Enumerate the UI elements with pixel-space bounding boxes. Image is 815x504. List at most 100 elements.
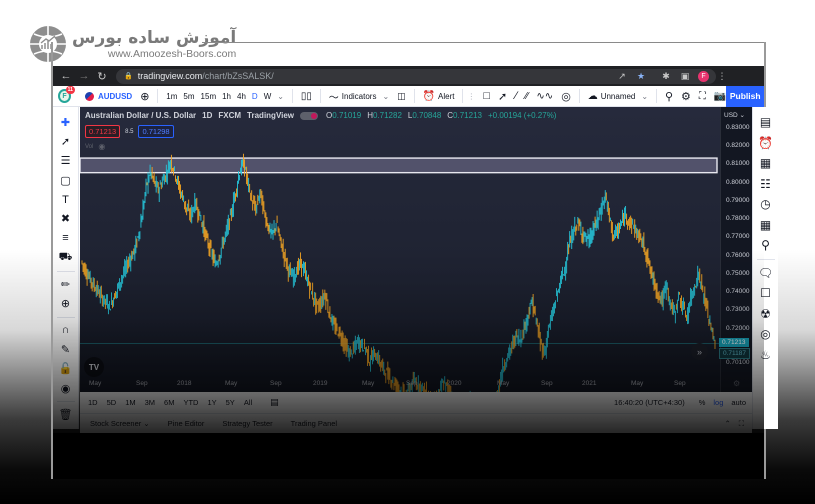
search-icon[interactable]: ⚲: [665, 90, 673, 103]
back-icon[interactable]: ←: [58, 68, 74, 84]
auto-scale-toggle[interactable]: auto: [731, 398, 746, 407]
hotlists-icon[interactable]: ◷: [757, 194, 775, 214]
publish-button[interactable]: Publish: [726, 85, 764, 107]
user-menu[interactable]: F 11: [58, 86, 75, 103]
fullscreen-icon[interactable]: ⛶: [699, 91, 706, 102]
forward-icon[interactable]: →: [76, 68, 92, 84]
interval-dropdown-chevron-icon[interactable]: ⌄: [277, 92, 284, 101]
indicators-dropdown-chevron-icon[interactable]: ⌄: [382, 92, 389, 101]
fib-retracement-icon[interactable]: ☰: [57, 152, 75, 170]
buy-price-button[interactable]: 0.71298: [138, 125, 174, 138]
range-all[interactable]: All: [244, 398, 252, 407]
scroll-to-realtime-icon[interactable]: »: [691, 343, 708, 360]
chart-pane[interactable]: Australian Dollar / U.S. Dollar 1D FXCM …: [80, 107, 720, 392]
streams-icon[interactable]: ◎: [757, 324, 775, 344]
log-scale-toggle[interactable]: log: [713, 398, 723, 407]
zoom-in-icon[interactable]: ⊕: [57, 295, 75, 313]
trend-line-icon[interactable]: ➚: [57, 132, 75, 150]
watchlist-icon[interactable]: ▤: [757, 112, 775, 132]
symbol-search[interactable]: AUDUSD: [84, 91, 132, 101]
rectangle-icon[interactable]: ▢: [57, 171, 75, 189]
lock-drawing-icon[interactable]: ✎: [57, 340, 75, 358]
crosshair-icon[interactable]: ✚: [57, 113, 75, 131]
range-1d[interactable]: 1D: [88, 398, 98, 407]
collapse-chevron-up-icon[interactable]: ⌃: [724, 419, 730, 429]
tab-strategy-tester[interactable]: Strategy Tester: [222, 419, 272, 428]
chats-icon[interactable]: 🗨: [757, 263, 775, 283]
compare-add-icon[interactable]: ⊕: [140, 90, 149, 103]
hidden-eye-icon[interactable]: ◉: [98, 142, 105, 151]
share-icon[interactable]: ↗: [616, 71, 628, 82]
trash-icon[interactable]: 🗑: [57, 405, 75, 423]
parallel-channel-tool-icon[interactable]: ∕∕: [525, 91, 528, 102]
ideas-icon[interactable]: ☷: [757, 174, 775, 194]
lightbulb-icon[interactable]: ⚲: [757, 235, 775, 255]
target-tool-icon[interactable]: ◎: [561, 90, 571, 103]
text-tool-icon[interactable]: T: [57, 191, 75, 209]
indicators-icon[interactable]: 〜: [329, 89, 339, 104]
price-scale[interactable]: USD ⌄ 0.83000 0.82000 0.81000 0.80000 0.7900…: [719, 107, 752, 392]
candles-chart-type-icon[interactable]: ▯▯: [301, 91, 312, 102]
tradingview-logo-icon[interactable]: TV: [84, 357, 104, 377]
chat-icon[interactable]: ☐: [757, 283, 775, 303]
alert-button[interactable]: Alert: [438, 92, 454, 101]
interval-1m[interactable]: 1m: [166, 92, 177, 101]
tab-trading-panel[interactable]: Trading Panel: [291, 419, 337, 428]
layout-name[interactable]: Unnamed: [601, 92, 636, 101]
eye-icon[interactable]: ◉: [57, 379, 75, 397]
indicators-button[interactable]: Indicators: [342, 92, 377, 101]
interval-5m[interactable]: 5m: [183, 92, 194, 101]
legend-toggle[interactable]: [300, 111, 319, 120]
interval-15m[interactable]: 15m: [201, 92, 217, 101]
bookmark-star-icon[interactable]: ★: [635, 71, 647, 82]
pattern-tool-icon[interactable]: ∿∿: [536, 91, 553, 102]
notifications-bell-icon[interactable]: ♨: [757, 345, 775, 365]
sidebar-icon[interactable]: ▣: [679, 71, 691, 82]
maximize-panel-icon[interactable]: ⛶: [739, 419, 744, 429]
profile-avatar[interactable]: F: [698, 70, 709, 82]
ruler-icon[interactable]: ✏: [57, 275, 75, 293]
percent-scale-toggle[interactable]: %: [699, 398, 706, 407]
clock-timezone[interactable]: 16:40:20 (UTC+4:30): [614, 398, 685, 407]
forecast-icon[interactable]: ≡: [57, 229, 75, 247]
xabcd-pattern-icon[interactable]: ✖: [57, 210, 75, 228]
snapshot-camera-icon[interactable]: 📷: [714, 91, 726, 102]
range-3m[interactable]: 3M: [145, 398, 155, 407]
rectangle-tool-icon[interactable]: □: [483, 90, 490, 102]
range-ytd[interactable]: YTD: [183, 398, 198, 407]
extensions-icon[interactable]: ✱: [660, 71, 672, 82]
idea-stream-icon[interactable]: ☢: [757, 304, 775, 324]
interval-1h[interactable]: 1h: [222, 92, 231, 101]
magnet-icon[interactable]: ∩: [57, 321, 75, 339]
date-range-calendar-icon[interactable]: ▤: [270, 397, 279, 408]
templates-grid-icon[interactable]: ◫: [397, 91, 406, 102]
lock-all-icon[interactable]: 🔓: [57, 360, 75, 378]
trend-line-tool-icon[interactable]: ➚: [498, 90, 507, 103]
range-1y[interactable]: 1Y: [207, 398, 216, 407]
interval-w[interactable]: W: [264, 92, 272, 101]
settings-gear-icon[interactable]: ⚙: [681, 90, 691, 103]
range-5y[interactable]: 5Y: [226, 398, 235, 407]
truck-icon[interactable]: ⛟: [57, 249, 75, 267]
range-1m[interactable]: 1M: [125, 398, 135, 407]
alert-clock-icon[interactable]: ⏰: [423, 91, 435, 102]
tab-pine-editor[interactable]: Pine Editor: [168, 419, 205, 428]
range-5d[interactable]: 5D: [107, 398, 117, 407]
layout-dropdown-chevron-icon[interactable]: ⌄: [641, 92, 648, 101]
interval-4h[interactable]: 4h: [237, 92, 246, 101]
scale-settings-gear-icon[interactable]: ⚙: [733, 379, 740, 388]
cloud-layout-icon[interactable]: ☁: [588, 91, 598, 102]
reload-icon[interactable]: ↻: [94, 68, 110, 84]
sell-price-button[interactable]: 0.71213: [85, 125, 121, 138]
ray-tool-icon[interactable]: ∕: [515, 90, 517, 102]
price-chart[interactable]: [80, 107, 720, 392]
interval-d[interactable]: D: [252, 92, 258, 101]
range-6m[interactable]: 6M: [164, 398, 174, 407]
drag-handle-icon[interactable]: ⋮: [467, 92, 475, 101]
news-icon[interactable]: ▦: [757, 153, 775, 173]
tab-stock-screener[interactable]: Stock Screener ⌄: [90, 419, 150, 428]
alerts-clock-icon[interactable]: ⏰: [757, 133, 775, 153]
currency-selector[interactable]: USD ⌄: [724, 111, 745, 119]
menu-kebab-icon[interactable]: ⋮: [716, 71, 728, 82]
calendar-icon[interactable]: ▦: [757, 215, 775, 235]
